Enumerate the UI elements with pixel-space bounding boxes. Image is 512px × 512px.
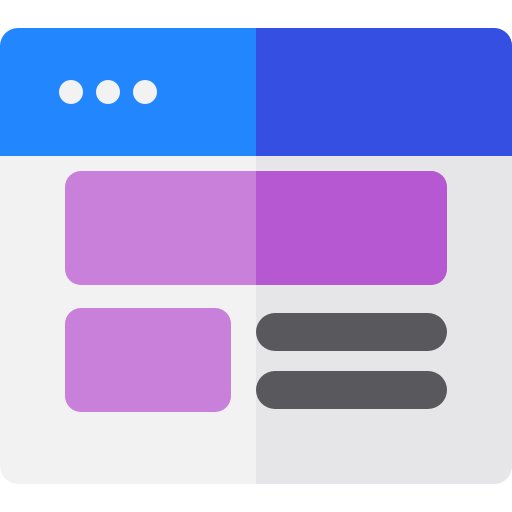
window-dot-1 bbox=[59, 80, 83, 104]
image-thumbnail bbox=[65, 308, 231, 412]
window-dot-3 bbox=[133, 80, 157, 104]
text-line-2 bbox=[256, 371, 447, 409]
banner-shade bbox=[256, 171, 447, 285]
window-dot-2 bbox=[96, 80, 120, 104]
banner-block bbox=[65, 171, 447, 285]
text-line-1 bbox=[256, 313, 447, 351]
titlebar-shade bbox=[256, 28, 512, 156]
window-titlebar bbox=[0, 28, 512, 156]
web-page-layout-icon bbox=[0, 0, 512, 512]
